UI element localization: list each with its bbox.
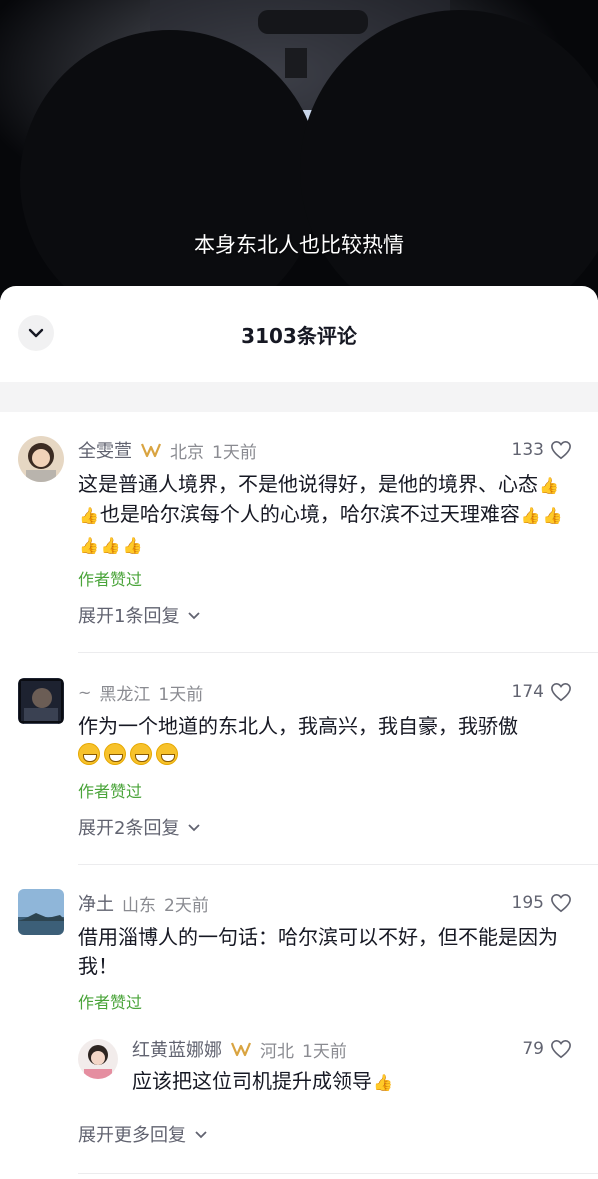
- comment-text-part: 作为一个地道的东北人，我高兴，我自豪，我骄傲: [78, 714, 518, 738]
- thumbs-up-emoji: 👍: [542, 506, 563, 525]
- thumbs-up-emoji: 👍: [520, 506, 541, 525]
- fan-badge-icon: [230, 1040, 252, 1058]
- comment-meta: ~ 黑龙江 1天前: [78, 678, 203, 706]
- chevron-down-icon: [188, 823, 201, 831]
- avatar-image: [18, 436, 64, 482]
- location: 河北: [260, 1041, 294, 1062]
- video-caption: 本身东北人也比较热情: [194, 233, 404, 257]
- timestamp: 1天前: [158, 684, 204, 705]
- like-button[interactable]: 174: [512, 678, 572, 706]
- like-button[interactable]: 79: [522, 1035, 572, 1063]
- comment-text: 借用淄博人的一句话：哈尔滨可以不好，但不能是因为我！: [78, 925, 558, 978]
- username[interactable]: 净土: [78, 890, 114, 916]
- username[interactable]: ~: [78, 683, 91, 702]
- chevron-down-icon: [195, 1130, 207, 1138]
- location: 北京: [170, 442, 204, 463]
- thumbs-up-emoji: 👍: [79, 536, 99, 555]
- grin-emoji: [156, 743, 178, 765]
- author-liked-tag: 作者赞过: [78, 782, 143, 801]
- heart-icon: [551, 893, 571, 913]
- thumbs-up-emoji: 👍: [100, 536, 121, 555]
- comment-meta: 净土 山东 2天前: [78, 889, 209, 917]
- expand-replies-button[interactable]: 展开1条回复: [78, 602, 201, 628]
- video-player[interactable]: 本身东北人也比较热情: [0, 0, 598, 300]
- timestamp: 1天前: [212, 442, 257, 463]
- reply-item: 红黄蓝娜娜 河北 1天前 79 应该把这位司机提升成领导👍: [0, 1035, 598, 1105]
- like-count: 79: [522, 1039, 544, 1059]
- location: 山东: [122, 895, 156, 916]
- reply-text-part: 应该把这位司机提升成领导: [132, 1069, 372, 1093]
- like-button[interactable]: 195: [512, 889, 572, 917]
- reply-text: 应该把这位司机提升成领导👍: [132, 1067, 572, 1097]
- author-liked-tag: 作者赞过: [78, 570, 143, 589]
- expand-replies-button[interactable]: 展开2条回复: [78, 814, 201, 840]
- chevron-down-icon: [188, 611, 201, 619]
- grin-emoji: [78, 743, 100, 765]
- like-count: 195: [511, 893, 544, 913]
- section-divider: [0, 382, 598, 412]
- comment-meta: 全雯萱 北京 1天前: [78, 436, 257, 464]
- timestamp: 1天前: [302, 1041, 347, 1062]
- fan-badge-icon: [140, 441, 162, 459]
- location: 黑龙江: [99, 684, 151, 705]
- username[interactable]: 全雯萱: [78, 437, 132, 463]
- comment-sheet: 3103条评论 全雯萱 北京 1天前 133 这是普通人境界，不是他说得好，是他…: [0, 286, 598, 1179]
- avatar-image: [78, 1039, 118, 1079]
- grin-emoji: [130, 743, 152, 765]
- sheet-header: 3103条评论: [0, 286, 598, 382]
- timestamp: 2天前: [164, 895, 209, 916]
- reply-meta: 红黄蓝娜娜 河北 1天前: [132, 1035, 347, 1063]
- expand-replies-label: 展开1条回复: [78, 606, 180, 627]
- divider: [78, 1173, 598, 1174]
- like-count: 174: [511, 682, 544, 702]
- comment-text: 作为一个地道的东北人，我高兴，我自豪，我骄傲: [78, 712, 578, 770]
- divider: [78, 652, 598, 653]
- thumbs-up-emoji: 👍: [122, 536, 143, 555]
- thumbs-up-emoji: 👍: [373, 1073, 393, 1092]
- author-liked-tag: 作者赞过: [78, 993, 143, 1012]
- avatar[interactable]: [18, 436, 64, 482]
- like-button[interactable]: 133: [512, 436, 572, 464]
- heart-icon: [551, 440, 571, 460]
- username[interactable]: 红黄蓝娜娜: [132, 1036, 222, 1062]
- expand-replies-label: 展开更多回复: [78, 1125, 186, 1146]
- divider: [78, 864, 598, 865]
- thumbs-up-emoji: 👍: [79, 506, 99, 525]
- like-count: 133: [511, 440, 544, 460]
- heart-icon: [551, 1039, 571, 1059]
- expand-replies-label: 展开2条回复: [78, 818, 180, 839]
- heart-icon: [551, 682, 571, 702]
- avatar[interactable]: [18, 889, 64, 935]
- grin-emoji: [104, 743, 126, 765]
- avatar[interactable]: [18, 678, 64, 724]
- expand-replies-button[interactable]: 展开更多回复: [78, 1121, 208, 1147]
- comment-text-part: 这是普通人境界，不是他说得好，是他的境界、心态: [78, 472, 538, 496]
- comment-text-part: 也是哈尔滨每个人的心境，哈尔滨不过天理难容: [99, 502, 520, 526]
- avatar[interactable]: [78, 1039, 118, 1079]
- thumbs-up-emoji: 👍: [539, 476, 559, 495]
- comment-count-title: 3103条评论: [241, 324, 357, 348]
- avatar-image: [18, 678, 64, 724]
- comment-text: 这是普通人境界，不是他说得好，是他的境界、心态👍👍也是哈尔滨每个人的心境，哈尔滨…: [78, 470, 578, 560]
- avatar-image: [18, 889, 64, 935]
